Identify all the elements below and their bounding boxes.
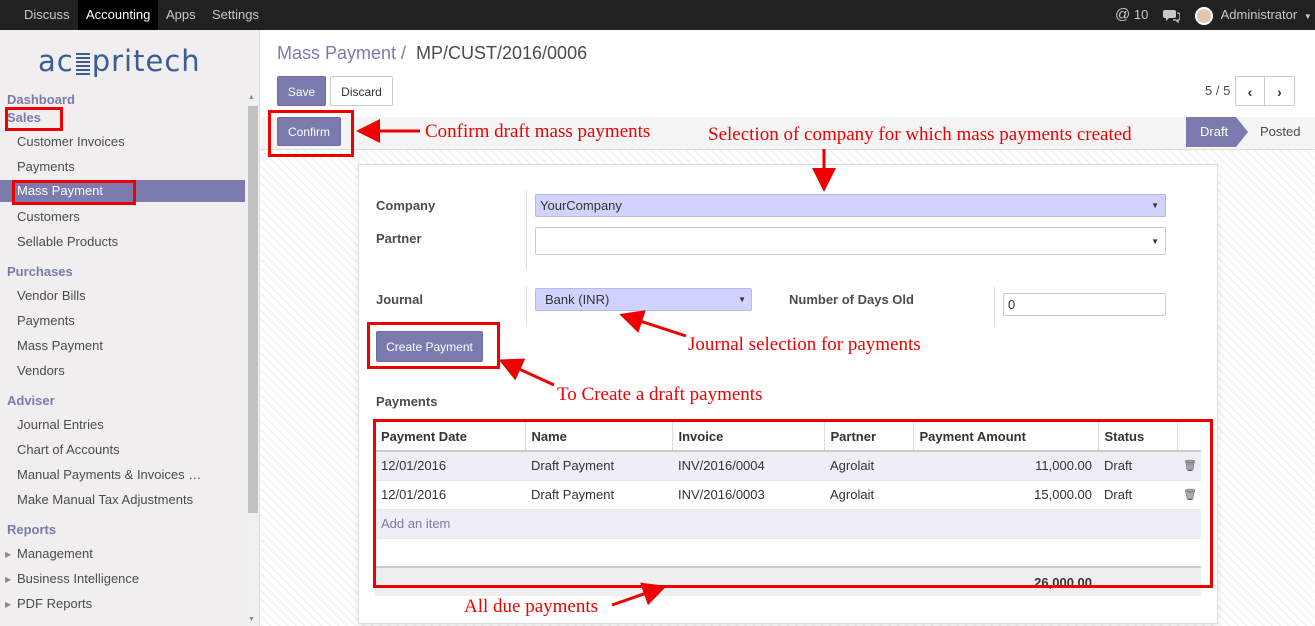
pager-next-button[interactable]: ›	[1264, 76, 1295, 106]
menu-manual-tax[interactable]: Make Manual Tax Adjustments	[17, 492, 193, 507]
menu-vendor-bills[interactable]: Vendor Bills	[17, 288, 86, 303]
nav-discuss[interactable]: Discuss	[16, 0, 78, 30]
annotation-confirm: Confirm draft mass payments	[425, 121, 651, 142]
chat-icon[interactable]	[1163, 0, 1181, 30]
mentions-count: 10	[1133, 7, 1149, 22]
annotation-company: Selection of company for which mass paym…	[708, 124, 1132, 145]
status-draft[interactable]: Draft	[1200, 124, 1228, 139]
annotation-due: All due payments	[464, 596, 599, 617]
menu-chart-of-accounts[interactable]: Chart of Accounts	[17, 442, 120, 457]
top-navbar: Discuss Accounting Apps Settings @ 10 Ad…	[0, 0, 1315, 30]
caret-right-icon: ▶	[5, 575, 12, 584]
scroll-up-icon[interactable]: ▲	[248, 94, 255, 101]
nav-apps[interactable]: Apps	[158, 0, 204, 30]
chevron-left-icon: ‹	[1247, 84, 1253, 100]
caret-right-icon: ▶	[5, 600, 12, 609]
discard-button[interactable]: Discard	[330, 76, 393, 106]
menu-reports[interactable]: Reports	[7, 522, 56, 537]
menu-sellable-products[interactable]: Sellable Products	[17, 234, 118, 249]
divider	[994, 287, 995, 325]
page-title: MP/CUST/2016/0006	[416, 43, 588, 63]
chevron-down-icon: ▼	[738, 295, 746, 304]
sidebar-scrollbar-thumb[interactable]	[248, 106, 258, 513]
menu-pdf-reports[interactable]: PDF Reports	[17, 596, 92, 611]
menu-business-intelligence[interactable]: Business Intelligence	[17, 571, 139, 586]
status-posted[interactable]: Posted	[1260, 124, 1300, 139]
mentions-indicator[interactable]: @ 10	[1115, 0, 1148, 30]
menu-purchases[interactable]: Purchases	[7, 264, 73, 279]
partner-label: Partner	[376, 231, 422, 246]
company-logo: ac pritech	[38, 44, 201, 78]
company-value: YourCompany	[540, 198, 622, 213]
avatar	[1195, 6, 1213, 25]
menu-purchase-payments[interactable]: Payments	[17, 313, 75, 328]
pager-value: 5 / 5	[1205, 83, 1231, 98]
nav-settings[interactable]: Settings	[204, 0, 267, 30]
nav-accounting[interactable]: Accounting	[78, 0, 159, 30]
company-label: Company	[376, 198, 436, 213]
days-old-value: 0	[1008, 297, 1016, 312]
payments-label: Payments	[376, 394, 438, 409]
divider	[526, 287, 527, 325]
menu-payments[interactable]: Payments	[17, 159, 75, 174]
menu-manual-payments[interactable]: Manual Payments & Invoices …	[17, 467, 201, 482]
user-name: Administrator	[1220, 7, 1298, 22]
save-button[interactable]: Save	[277, 76, 326, 106]
chevron-down-icon: ▼	[1303, 12, 1312, 21]
company-select[interactable]: YourCompany ▼	[535, 194, 1166, 217]
chevron-down-icon: ▼	[1151, 201, 1159, 210]
menu-dashboard[interactable]: Dashboard	[7, 92, 75, 107]
caret-right-icon: ▶	[5, 550, 12, 559]
annotation-create: To Create a draft payments	[557, 384, 763, 405]
pager-previous-button[interactable]: ‹	[1235, 76, 1265, 106]
chevron-down-icon: ▼	[1151, 237, 1159, 246]
menu-vendors[interactable]: Vendors	[17, 363, 65, 378]
partner-select[interactable]: ▼	[535, 227, 1166, 255]
highlight-box-create-payment	[367, 322, 500, 369]
chevron-right-icon: ›	[1277, 84, 1282, 100]
days-old-input[interactable]: 0	[1003, 293, 1166, 316]
divider	[526, 190, 527, 270]
journal-label: Journal	[376, 292, 423, 307]
journal-value: Bank (INR)	[545, 292, 610, 307]
menu-customer-invoices[interactable]: Customer Invoices	[17, 134, 125, 149]
breadcrumb-parent[interactable]: Mass Payment /	[277, 43, 406, 64]
days-old-label: Number of Days Old	[789, 292, 914, 307]
user-menu[interactable]: Administrator ▼	[1195, 0, 1312, 30]
scroll-down-icon[interactable]: ▼	[248, 616, 255, 623]
at-icon: @	[1115, 6, 1131, 23]
highlight-box-mass-payment	[12, 180, 136, 205]
journal-select[interactable]: Bank (INR) ▼	[535, 288, 752, 311]
menu-management[interactable]: Management	[17, 546, 93, 561]
highlight-box-payments-table	[373, 419, 1213, 588]
menu-journal-entries[interactable]: Journal Entries	[17, 417, 104, 432]
menu-customers[interactable]: Customers	[17, 209, 80, 224]
menu-adviser[interactable]: Adviser	[7, 393, 55, 408]
menu-purchase-mass-payment[interactable]: Mass Payment	[17, 338, 103, 353]
highlight-box-sales	[5, 107, 63, 131]
highlight-box-confirm	[268, 110, 354, 157]
annotation-journal: Journal selection for payments	[688, 334, 921, 355]
